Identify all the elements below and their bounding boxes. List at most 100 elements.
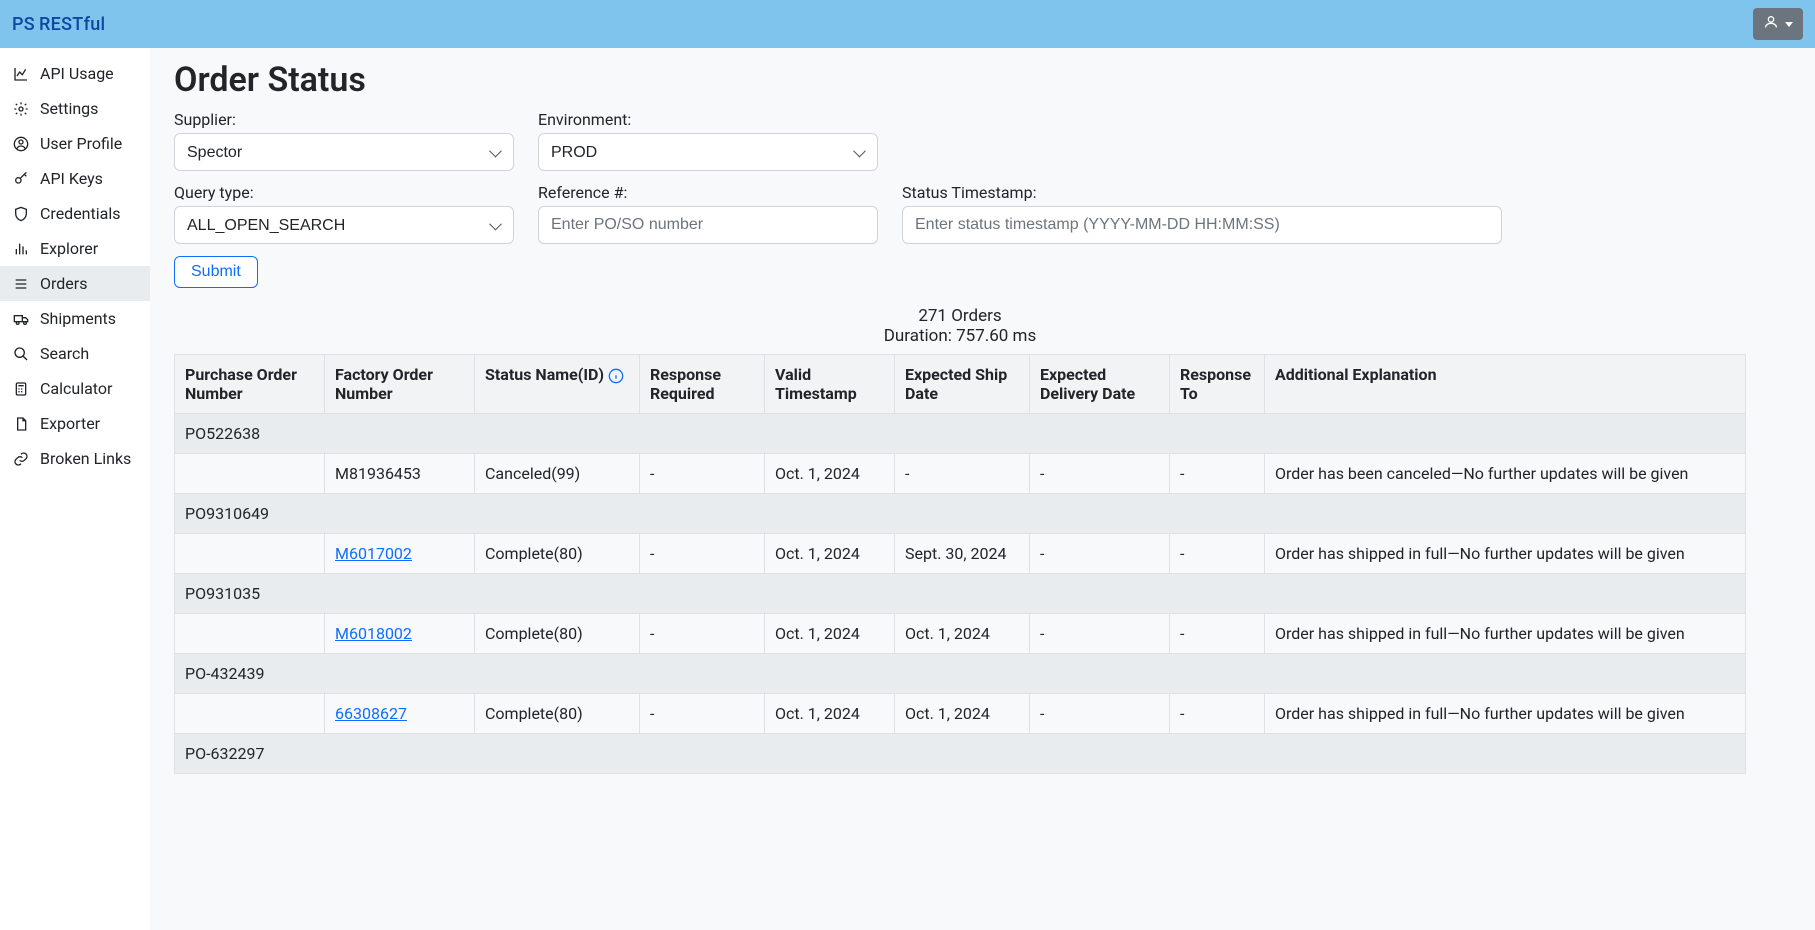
- cell-valid-ts: Oct. 1, 2024: [765, 534, 895, 574]
- sidebar-item-settings[interactable]: Settings: [0, 91, 150, 126]
- factory-order-link[interactable]: 66308627: [335, 704, 407, 723]
- sidebar-item-label: Orders: [40, 274, 87, 293]
- group-po: PO522638: [175, 414, 1746, 454]
- sidebar-item-label: Credentials: [40, 204, 121, 223]
- chart-icon: [12, 65, 30, 83]
- cell-resp-req: -: [640, 534, 765, 574]
- factory-order-link[interactable]: M6017002: [335, 544, 412, 563]
- cell-exp-deliv: -: [1030, 614, 1170, 654]
- cell-explain: Order has been canceled—No further updat…: [1265, 454, 1746, 494]
- cell-po: [175, 694, 325, 734]
- reference-label: Reference #:: [538, 183, 878, 202]
- chevron-down-icon: [1785, 22, 1793, 27]
- cell-exp-deliv: -: [1030, 454, 1170, 494]
- sidebar-item-explorer[interactable]: Explorer: [0, 231, 150, 266]
- cell-resp-to: -: [1170, 614, 1265, 654]
- calculator-icon: [12, 380, 30, 398]
- cell-fon: M6017002: [325, 534, 475, 574]
- cell-status: Canceled(99): [475, 454, 640, 494]
- th-exp-deliv: Expected Delivery Date: [1030, 355, 1170, 414]
- th-resp-req: Response Required: [640, 355, 765, 414]
- reference-input[interactable]: [538, 206, 878, 244]
- topbar: PS RESTful: [0, 0, 1815, 48]
- bars-icon: [12, 240, 30, 258]
- th-status: Status Name(ID): [475, 355, 640, 414]
- cell-resp-req: -: [640, 454, 765, 494]
- query-type-select[interactable]: ALL_OPEN_SEARCH: [174, 206, 514, 244]
- cell-exp-ship: Oct. 1, 2024: [895, 614, 1030, 654]
- cell-po: [175, 614, 325, 654]
- main: Order Status Supplier: Spector Environme…: [150, 48, 1770, 930]
- info-icon[interactable]: [608, 368, 624, 384]
- cell-resp-to: -: [1170, 694, 1265, 734]
- sidebar-item-label: Shipments: [40, 309, 116, 328]
- table-row: M81936453Canceled(99)-Oct. 1, 2024---Ord…: [175, 454, 1746, 494]
- sidebar-item-user-profile[interactable]: User Profile: [0, 126, 150, 161]
- cell-valid-ts: Oct. 1, 2024: [765, 614, 895, 654]
- sidebar-item-broken-links[interactable]: Broken Links: [0, 441, 150, 476]
- cell-resp-req: -: [640, 614, 765, 654]
- orders-table: Purchase Order Number Factory Order Numb…: [174, 354, 1746, 774]
- group-po: PO-632297: [175, 734, 1746, 774]
- truck-icon: [12, 310, 30, 328]
- factory-order-link[interactable]: M6018002: [335, 624, 412, 643]
- results-duration: Duration: 757.60 ms: [174, 326, 1746, 346]
- results-meta: 271 Orders Duration: 757.60 ms: [174, 306, 1746, 346]
- sidebar-item-orders[interactable]: Orders: [0, 266, 150, 301]
- th-valid-ts: Valid Timestamp: [765, 355, 895, 414]
- table-row: M6018002Complete(80)-Oct. 1, 2024Oct. 1,…: [175, 614, 1746, 654]
- sidebar-item-label: API Usage: [40, 64, 114, 83]
- cell-explain: Order has shipped in full—No further upd…: [1265, 534, 1746, 574]
- group-po: PO931035: [175, 574, 1746, 614]
- cell-status: Complete(80): [475, 614, 640, 654]
- environment-select[interactable]: PROD: [538, 133, 878, 171]
- cell-resp-to: -: [1170, 454, 1265, 494]
- sidebar-item-label: Settings: [40, 99, 98, 118]
- logo-rest: RESTful: [39, 14, 105, 35]
- link-icon: [12, 450, 30, 468]
- cell-fon: 66308627: [325, 694, 475, 734]
- cell-fon: M81936453: [325, 454, 475, 494]
- user-icon: [1763, 14, 1779, 34]
- cell-explain: Order has shipped in full—No further upd…: [1265, 694, 1746, 734]
- th-exp-ship: Expected Ship Date: [895, 355, 1030, 414]
- page-title: Order Status: [174, 60, 1746, 100]
- cell-exp-deliv: -: [1030, 694, 1170, 734]
- sidebar-item-exporter[interactable]: Exporter: [0, 406, 150, 441]
- submit-button[interactable]: Submit: [174, 256, 258, 288]
- table-group-row: PO522638: [175, 414, 1746, 454]
- sidebar-item-calculator[interactable]: Calculator: [0, 371, 150, 406]
- query-type-label: Query type:: [174, 183, 514, 202]
- table-group-row: PO-432439: [175, 654, 1746, 694]
- table-group-row: PO-632297: [175, 734, 1746, 774]
- cell-po: [175, 454, 325, 494]
- sidebar-item-label: Calculator: [40, 379, 112, 398]
- results-count: 271 Orders: [174, 306, 1746, 326]
- cell-exp-ship: Sept. 30, 2024: [895, 534, 1030, 574]
- supplier-select[interactable]: Spector: [174, 133, 514, 171]
- group-po: PO-432439: [175, 654, 1746, 694]
- th-fon: Factory Order Number: [325, 355, 475, 414]
- user-circle-icon: [12, 135, 30, 153]
- cell-po: [175, 534, 325, 574]
- sidebar: API Usage Settings User Profile API Keys…: [0, 48, 150, 930]
- search-icon: [12, 345, 30, 363]
- sidebar-item-label: Broken Links: [40, 449, 131, 468]
- user-menu[interactable]: [1753, 8, 1803, 40]
- sidebar-item-search[interactable]: Search: [0, 336, 150, 371]
- cell-status: Complete(80): [475, 694, 640, 734]
- th-explain: Additional Explanation: [1265, 355, 1746, 414]
- cell-exp-deliv: -: [1030, 534, 1170, 574]
- sidebar-item-shipments[interactable]: Shipments: [0, 301, 150, 336]
- supplier-label: Supplier:: [174, 110, 514, 129]
- timestamp-input[interactable]: [902, 206, 1502, 244]
- table-group-row: PO931035: [175, 574, 1746, 614]
- sidebar-item-credentials[interactable]: Credentials: [0, 196, 150, 231]
- group-po: PO9310649: [175, 494, 1746, 534]
- timestamp-label: Status Timestamp:: [902, 183, 1502, 202]
- cell-valid-ts: Oct. 1, 2024: [765, 694, 895, 734]
- sidebar-item-api-usage[interactable]: API Usage: [0, 56, 150, 91]
- document-icon: [12, 415, 30, 433]
- table-row: 66308627Complete(80)-Oct. 1, 2024Oct. 1,…: [175, 694, 1746, 734]
- sidebar-item-api-keys[interactable]: API Keys: [0, 161, 150, 196]
